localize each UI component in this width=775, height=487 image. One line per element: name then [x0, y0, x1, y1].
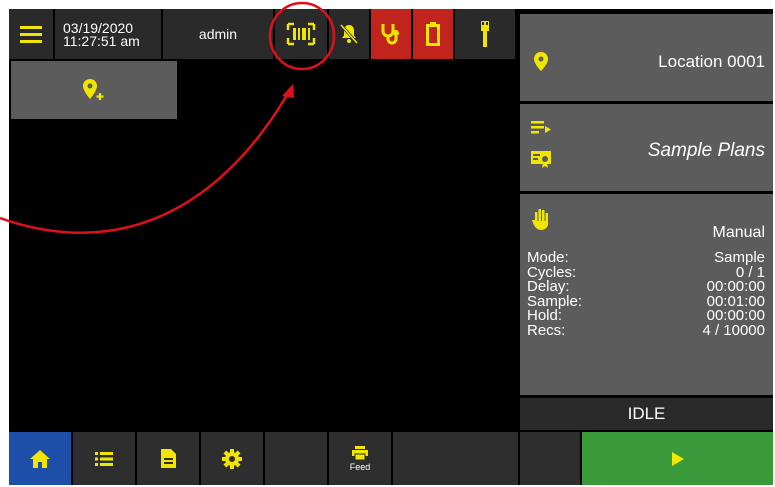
annotation-arrow	[0, 89, 292, 234]
annotation-overlay	[0, 1, 336, 234]
annotation-arrowhead	[282, 84, 294, 98]
annotation-circle	[268, 1, 336, 71]
